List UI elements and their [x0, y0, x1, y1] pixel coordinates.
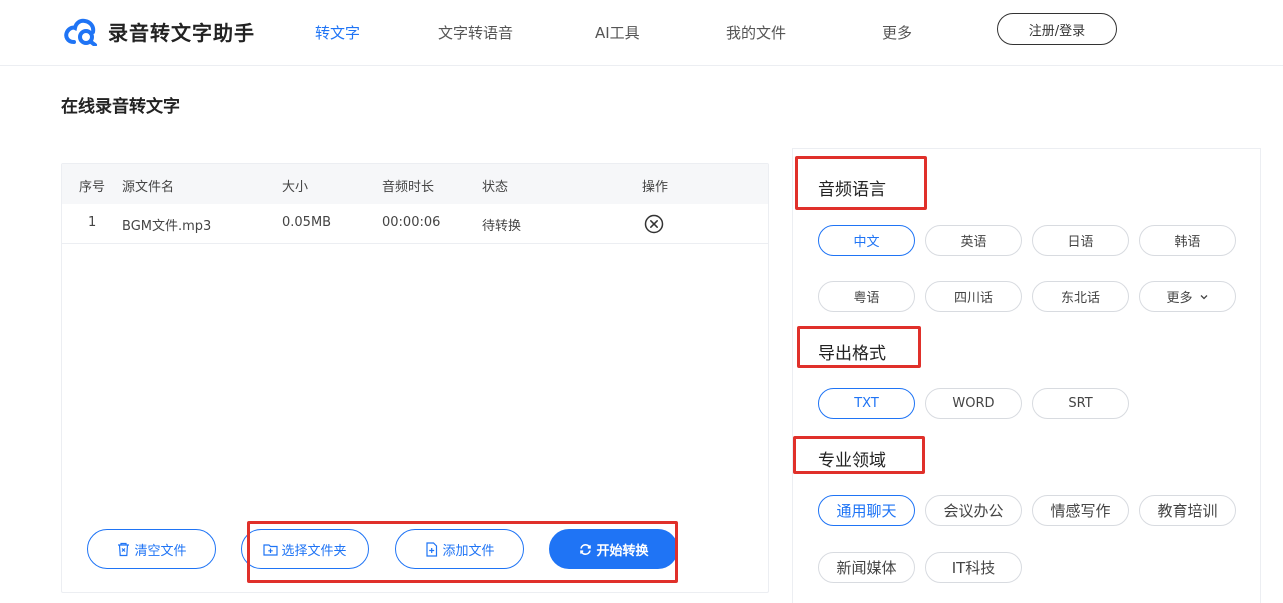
brand-logo[interactable]: 录音转文字助手 [64, 17, 255, 46]
language-option-japanese[interactable]: 日语 [1032, 225, 1129, 256]
format-option-word[interactable]: WORD [925, 388, 1022, 419]
nav-item-ai-tools[interactable]: AI工具 [595, 22, 640, 43]
row-size: 0.05MB [282, 215, 332, 230]
column-header-filename: 源文件名 [122, 180, 175, 195]
language-more-label: 更多 [1166, 291, 1193, 306]
file-add-icon [426, 541, 438, 557]
options-panel: 音频语言 中文 英语 日语 韩语 粤语 四川话 东北话 更多 导出格式 TXT … [792, 148, 1261, 603]
nav-item-my-files[interactable]: 我的文件 [726, 22, 786, 43]
table-header: 序号 源文件名 大小 音频时长 状态 操作 [62, 164, 768, 204]
format-option-txt[interactable]: TXT [818, 388, 915, 419]
close-circle-icon[interactable] [644, 214, 664, 234]
brand-name: 录音转文字助手 [108, 21, 255, 45]
language-option-english[interactable]: 英语 [925, 225, 1022, 256]
chevron-down-icon [1200, 294, 1207, 299]
row-duration: 00:00:06 [382, 215, 441, 230]
language-option-sichuan[interactable]: 四川话 [925, 281, 1022, 312]
select-folder-button[interactable]: 选择文件夹 [241, 529, 369, 569]
column-header-index: 序号 [79, 180, 106, 195]
domain-option-meeting[interactable]: 会议办公 [925, 495, 1022, 526]
start-conversion-label: 开始转换 [596, 543, 649, 559]
row-index: 1 [88, 215, 97, 230]
format-option-srt[interactable]: SRT [1032, 388, 1129, 419]
refresh-icon [580, 543, 592, 555]
language-option-cantonese[interactable]: 粤语 [818, 281, 915, 312]
cloud-logo-icon [64, 18, 97, 46]
domain-option-it-tech[interactable]: IT科技 [925, 552, 1022, 583]
language-option-chinese[interactable]: 中文 [818, 225, 915, 256]
domain-option-news-media[interactable]: 新闻媒体 [818, 552, 915, 583]
page-title: 在线录音转文字 [61, 97, 180, 117]
column-header-status: 状态 [482, 180, 509, 195]
start-conversion-button[interactable]: 开始转换 [549, 529, 678, 569]
row-filename: BGM文件.mp3 [122, 219, 212, 234]
folder-add-icon [263, 543, 279, 556]
language-section-title: 音频语言 [818, 180, 886, 200]
language-option-korean[interactable]: 韩语 [1139, 225, 1236, 256]
clear-files-button[interactable]: 清空文件 [87, 529, 216, 569]
column-header-size: 大小 [282, 180, 309, 195]
nav-item-tts[interactable]: 文字转语音 [438, 22, 513, 43]
domain-option-emotional-writing[interactable]: 情感写作 [1032, 495, 1129, 526]
language-option-dongbei[interactable]: 东北话 [1032, 281, 1129, 312]
select-folder-label: 选择文件夹 [281, 543, 347, 559]
column-header-duration: 音频时长 [382, 180, 435, 195]
top-header: 录音转文字助手 转文字 文字转语音 AI工具 我的文件 更多 注册/登录 [0, 0, 1283, 66]
row-status: 待转换 [482, 219, 522, 234]
domain-option-general-chat[interactable]: 通用聊天 [818, 495, 915, 526]
trash-icon [118, 542, 130, 556]
domain-option-education[interactable]: 教育培训 [1139, 495, 1236, 526]
add-file-button[interactable]: 添加文件 [395, 529, 524, 569]
table-row: 1 BGM文件.mp3 0.05MB 00:00:06 待转换 [62, 204, 768, 244]
domain-section-title: 专业领域 [818, 451, 886, 471]
nav-item-transcribe[interactable]: 转文字 [315, 22, 360, 43]
clear-files-label: 清空文件 [134, 543, 187, 559]
column-header-action: 操作 [642, 180, 669, 195]
add-file-label: 添加文件 [442, 543, 495, 559]
file-list-panel: 序号 源文件名 大小 音频时长 状态 操作 1 BGM文件.mp3 0.05MB… [61, 163, 769, 593]
language-more-dropdown[interactable]: 更多 [1139, 281, 1236, 312]
login-button[interactable]: 注册/登录 [997, 13, 1117, 45]
nav-item-more[interactable]: 更多 [882, 22, 912, 43]
format-section-title: 导出格式 [818, 344, 886, 364]
